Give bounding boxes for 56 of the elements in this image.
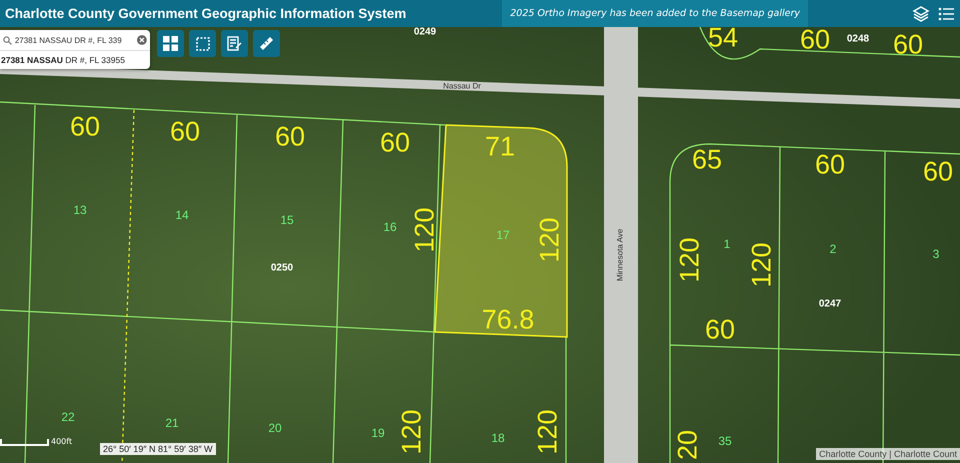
scale-label: 400ft	[51, 437, 72, 446]
lot-number-label: 3	[932, 247, 940, 261]
parcel-dimension-label: 60	[380, 128, 410, 158]
block-number-label: 0248	[846, 34, 870, 44]
lot-number-label: 16	[383, 220, 397, 234]
parcel-dimension-label: 60	[892, 30, 924, 60]
notice-banner: 2025 Ortho Imagery has been added to the Basemap gallery	[502, 0, 808, 27]
layers-icon[interactable]	[912, 4, 930, 22]
lot-number-label: 21	[165, 416, 179, 430]
lot-number-label: 19	[371, 426, 385, 440]
parcel-dimension-label: 120	[532, 409, 564, 455]
coordinates-readout: 26° 50′ 19″ N 81° 59′ 38″ W	[100, 443, 216, 455]
lot-number-label: 15	[280, 213, 294, 227]
lot-number-label: 17	[496, 228, 510, 242]
search-icon	[3, 36, 12, 44]
lot-number-label: 35	[718, 434, 732, 448]
road-name-label: Nassau Dr	[443, 82, 481, 90]
parcel-dimension-label: 76.8	[482, 304, 534, 336]
lot-number-label: 2	[830, 242, 836, 256]
parcel-dimension-label: 60	[274, 122, 306, 152]
list-icon[interactable]	[938, 6, 954, 22]
parcel-dimension-label: 120	[674, 237, 706, 283]
parcel-dimension-label: 65	[692, 144, 722, 176]
lot-number-label: 20	[268, 421, 282, 435]
parcel-dimension-label: 60	[70, 112, 100, 142]
block-number-label: 0250	[270, 262, 294, 274]
parcel-dimension-label: 60	[800, 24, 830, 56]
lot-number-label: 14	[175, 208, 189, 222]
parcel-dimension-label: 60	[704, 314, 736, 346]
parcel-dimension-label: 71	[484, 132, 516, 162]
parcel-dimension-label: 120	[396, 409, 428, 455]
lot-number-label: 22	[61, 410, 75, 424]
parcel-dimension-label: 120	[410, 207, 440, 253]
parcel-dimension-label: 20	[672, 430, 704, 460]
edit-note-icon[interactable]	[221, 30, 248, 57]
lot-number-label: 13	[73, 203, 87, 217]
parcel-dimension-label: 120	[534, 217, 566, 263]
block-number-label: 0249	[414, 26, 436, 38]
road-name-label: Minnesota Ave	[616, 228, 624, 282]
scale-bar	[0, 439, 49, 446]
parcel-dimension-label: 120	[746, 242, 778, 288]
parcel-dimension-label: 60	[814, 150, 846, 180]
selected-parcel[interactable]	[434, 124, 568, 338]
search-result[interactable]: 27381 NASSAU DR #, FL 33955	[0, 51, 150, 69]
lot-number-label: 18	[491, 431, 505, 445]
select-area-icon[interactable]	[189, 30, 216, 57]
app-title: Charlotte County Government Geographic Information System	[5, 6, 406, 21]
map-attribution: Charlotte County | Charlotte Count	[816, 448, 960, 460]
grid-icon[interactable]	[157, 30, 184, 57]
clear-icon[interactable]	[137, 35, 147, 45]
ruler-icon[interactable]	[253, 30, 280, 57]
block-number-label: 0247	[818, 298, 842, 310]
parcel-dimension-label: 60	[170, 116, 200, 148]
search-input[interactable]: 27381 NASSAU DR #, FL 339	[14, 36, 134, 44]
lot-number-label: 1	[724, 237, 730, 251]
parcel-dimension-label: 60	[922, 156, 954, 188]
